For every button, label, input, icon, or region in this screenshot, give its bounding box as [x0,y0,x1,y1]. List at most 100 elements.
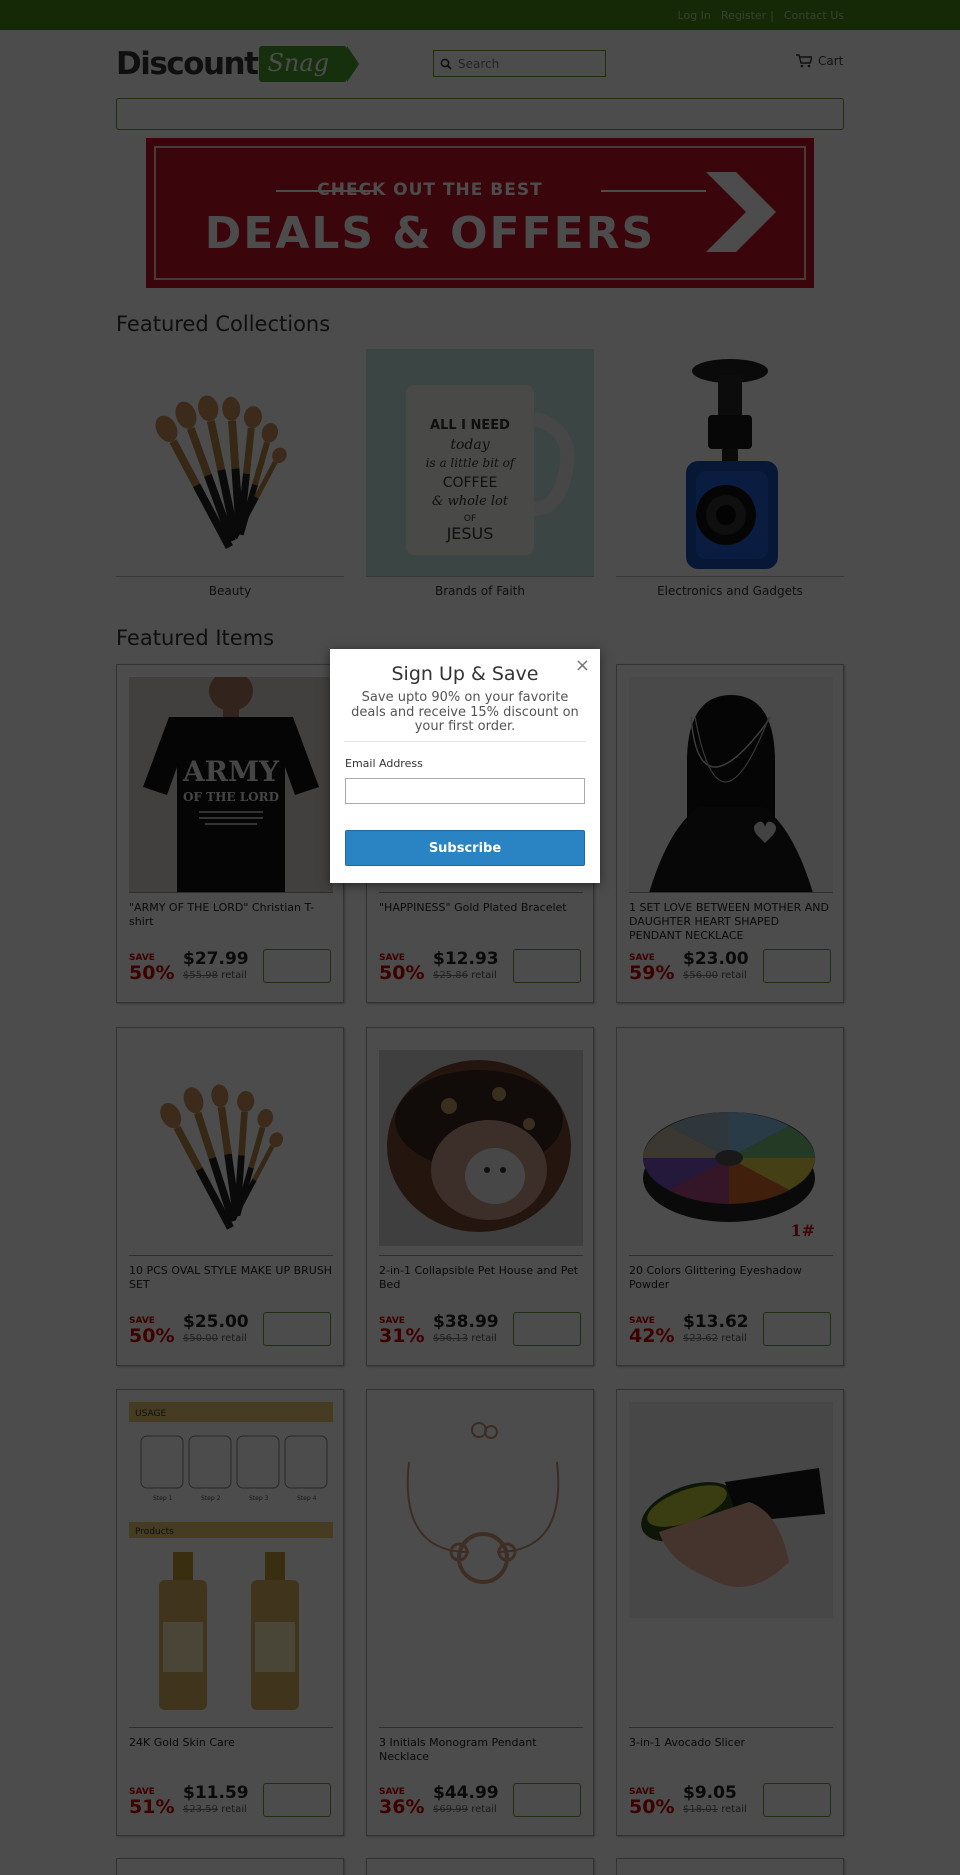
product-image[interactable] [379,1402,583,1618]
product-price: $44.99 [433,1783,499,1803]
contact-link[interactable]: Contact Us [784,9,844,22]
product-photo: 1# [643,1112,815,1240]
product-price: $25.00 [183,1312,249,1332]
product-photo [379,1050,583,1246]
search-input[interactable] [458,56,598,71]
nav-bar[interactable] [116,98,844,130]
original-price: $69.99 [433,1804,468,1815]
product-title[interactable]: 20 Colors Glittering Eyeshadow Powder [629,1264,833,1292]
product-image[interactable]: 1# [629,1040,833,1256]
login-link[interactable]: Log In [678,9,711,22]
product-photo [629,1402,833,1618]
divider [129,1255,333,1256]
collection-image[interactable] [616,349,844,577]
view-deal-button[interactable] [263,1312,331,1346]
retail-label: retail [471,1804,497,1815]
product-card[interactable]: 3-in-1 Avocado Slicer SAVE 50% $9.05 $18.01 … [616,1389,844,1836]
retail-price: $18.01 retail [683,1804,747,1815]
product-title[interactable]: 3 Initials Monogram Pendant Necklace [379,1736,583,1764]
product-card[interactable]: 10 PCS OVAL STYLE MAKE UP BRUSH SET SAVE 5… [116,1027,344,1366]
mug-text-3: is a little bit of [426,456,517,470]
header: Discount Snag Cart [0,30,960,98]
product-photo: USAGE Step 1 Step 2 Step 3 Step 4 Products [129,1402,333,1710]
image-label: Step 1 [153,1495,173,1502]
top-bar: Log In Register | Contact Us [0,0,960,30]
register-link[interactable]: Register [721,9,766,22]
collection-image[interactable] [116,349,344,577]
collection-label[interactable]: Brands of Faith [366,584,594,598]
retail-price: $23.62 retail [683,1333,747,1344]
product-photo: ARMY OF THE LORD [129,677,333,893]
mug-image: ALL I NEED today is a little bit of COFF… [366,349,594,576]
product-image[interactable] [629,677,833,893]
view-deal-button[interactable] [513,1783,581,1817]
product-image[interactable]: USAGE Step 1 Step 2 Step 3 Step 4 Products [129,1402,333,1728]
product-image[interactable] [629,1402,833,1618]
product-card[interactable]: 1 SET LOVE BETWEEN MOTHER AND DAUGHTER H… [616,664,844,1003]
product-card[interactable]: 2-in-1 Collapsible Pet House and Pet Bed… [366,1027,594,1366]
chevron-right-icon [706,172,776,252]
discount-percent: 50% [379,962,425,984]
discount-percent: 42% [629,1325,675,1347]
logo[interactable]: Discount Snag [116,46,359,82]
product-card[interactable] [366,1858,594,1875]
mug-text-1: ALL I NEED [430,418,510,433]
product-card[interactable] [116,1858,344,1875]
image-label: Step 3 [249,1495,269,1502]
collection-label[interactable]: Beauty [116,584,344,598]
product-image[interactable] [129,1040,333,1256]
original-price: $56.00 [683,970,718,981]
divider [379,1727,583,1728]
product-price: $12.93 [433,949,499,969]
product-title[interactable]: 10 PCS OVAL STYLE MAKE UP BRUSH SET [129,1264,333,1292]
retail-label: retail [471,970,497,981]
cart-link[interactable]: Cart [795,54,843,68]
view-deal-button[interactable] [763,949,831,983]
dashcam-image [686,358,778,569]
product-title[interactable]: 1 SET LOVE BETWEEN MOTHER AND DAUGHTER H… [629,901,833,943]
view-deal-button[interactable] [763,1783,831,1817]
product-title[interactable]: "ARMY OF THE LORD" Christian T-shirt [129,901,333,929]
mug-text-4: COFFEE [443,475,498,491]
view-deal-button[interactable] [513,1312,581,1346]
collection-brands-of-faith[interactable]: ALL I NEED today is a little bit of COFF… [366,349,594,598]
modal-divider [344,741,586,742]
email-field[interactable] [345,778,585,804]
collection-image[interactable]: ALL I NEED today is a little bit of COFF… [366,349,594,577]
view-deal-button[interactable] [263,949,331,983]
view-deal-button[interactable] [513,949,581,983]
collection-beauty[interactable]: Beauty [116,349,344,598]
cart-icon [796,54,812,68]
product-title[interactable]: 2-in-1 Collapsible Pet House and Pet Bed [379,1264,583,1292]
product-card[interactable]: 3 Initials Monogram Pendant Necklace SAVE… [366,1389,594,1836]
original-price: $50.00 [183,1333,218,1344]
collection-label[interactable]: Electronics and Gadgets [616,584,844,598]
subscribe-button[interactable]: Subscribe [345,830,585,866]
product-price: $9.05 [683,1783,737,1803]
original-price: $23.59 [183,1804,218,1815]
product-price: $13.62 [683,1312,749,1332]
discount-percent: 36% [379,1796,425,1818]
product-card[interactable] [616,1858,844,1875]
search-box[interactable] [433,50,606,77]
featured-items-heading: Featured Items [116,626,275,650]
retail-label: retail [221,970,247,981]
view-deal-button[interactable] [763,1312,831,1346]
collection-electronics[interactable]: Electronics and Gadgets [616,349,844,598]
mug-text-6: OF [464,514,476,524]
view-deal-button[interactable] [263,1783,331,1817]
brush-set-image [155,394,287,549]
deals-banner[interactable]: CHECK OUT THE BEST DEALS & OFFERS [146,138,814,288]
product-card[interactable]: 1# 20 Colors Glittering Eyeshadow Powder S… [616,1027,844,1366]
product-card[interactable]: USAGE Step 1 Step 2 Step 3 Step 4 Products 24K… [116,1389,344,1836]
product-card[interactable]: ARMY OF THE LORD "ARMY OF THE LORD" Christ… [116,664,344,1003]
discount-percent: 50% [129,962,175,984]
product-image[interactable] [379,1040,583,1256]
product-title[interactable]: 3-in-1 Avocado Slicer [629,1736,833,1750]
discount-percent: 59% [629,962,675,984]
product-image[interactable]: ARMY OF THE LORD [129,677,333,893]
image-label: 1# [790,1221,815,1240]
product-title[interactable]: 24K Gold Skin Care [129,1736,333,1750]
retail-label: retail [471,1333,497,1344]
product-title[interactable]: "HAPPINESS" Gold Plated Bracelet [379,901,583,915]
